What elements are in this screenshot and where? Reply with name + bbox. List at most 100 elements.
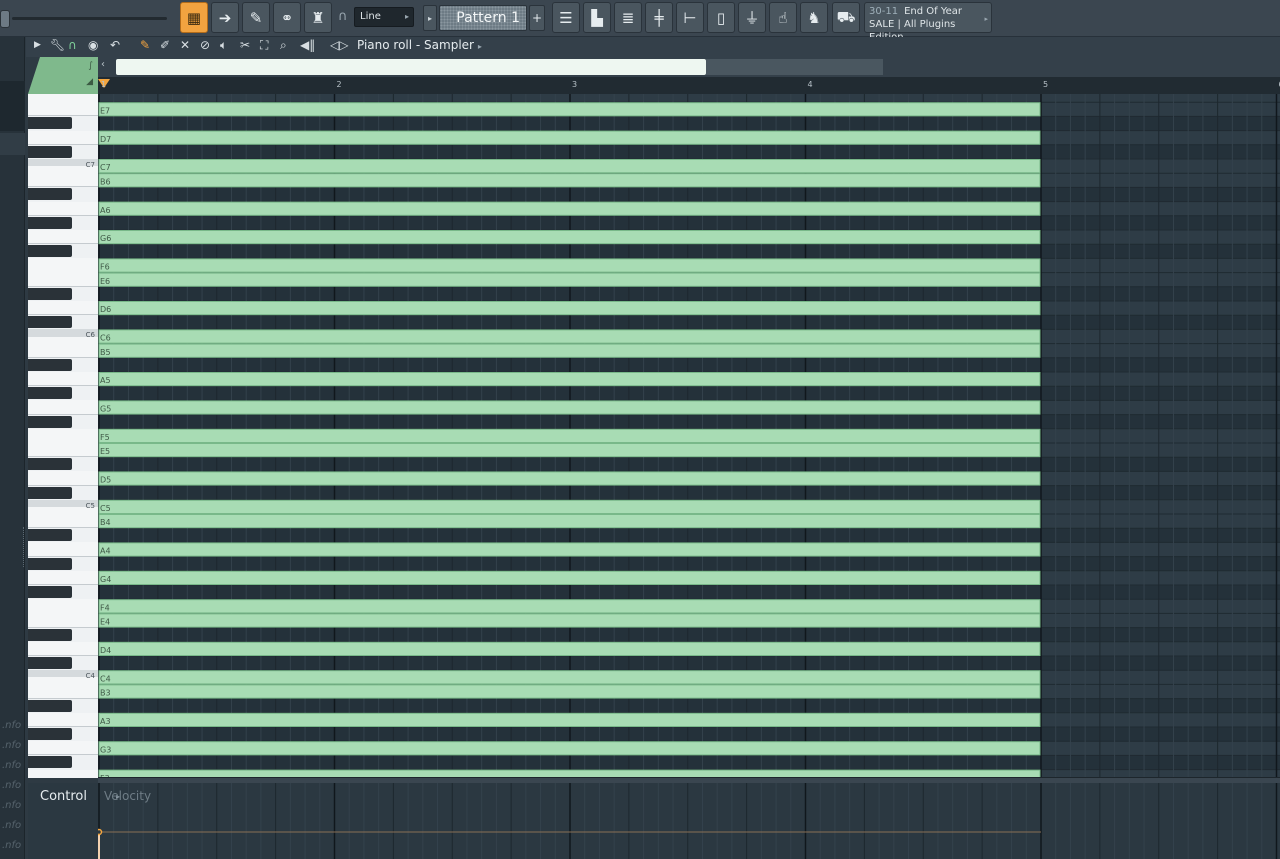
white-key[interactable] [28, 201, 98, 216]
speaker-icon[interactable]: ◁▷ [330, 38, 348, 52]
white-key[interactable] [28, 712, 98, 727]
white-key[interactable] [28, 570, 98, 585]
note[interactable] [98, 712, 1041, 727]
white-key[interactable] [28, 130, 98, 145]
mute-tool-icon[interactable]: ⊘ [200, 38, 210, 52]
control-label[interactable]: Control [40, 789, 87, 804]
white-key[interactable] [28, 265, 98, 287]
playback-tool-icon[interactable]: ◀‖ [300, 38, 315, 52]
note[interactable] [98, 471, 1041, 486]
white-key[interactable] [28, 166, 98, 188]
pencil-icon[interactable]: ✎ [140, 38, 150, 52]
black-key[interactable] [28, 657, 72, 669]
piano-roll-icon[interactable]: ▙ [583, 2, 611, 33]
white-key[interactable] [28, 542, 98, 557]
add-pattern-button[interactable]: + [529, 5, 545, 31]
scroll-left-icon[interactable]: ‹ [101, 59, 105, 70]
note[interactable] [98, 130, 1041, 145]
pattern-selector[interactable]: Pattern 1 [439, 5, 527, 31]
note[interactable] [98, 230, 1041, 245]
delete-tool-icon[interactable]: ✕ [180, 38, 190, 52]
typing-keyboard-icon[interactable]: ▦ [180, 2, 208, 33]
black-key[interactable] [28, 316, 72, 329]
paint-brush-icon[interactable]: ✐ [160, 38, 170, 52]
black-key[interactable] [28, 699, 72, 712]
slice-tool-icon[interactable]: ✂ [240, 38, 250, 52]
black-key[interactable] [28, 557, 72, 570]
undo-icon[interactable]: ↶ [110, 38, 120, 52]
main-volume-slider-knob[interactable] [0, 10, 10, 28]
black-key[interactable] [28, 529, 72, 542]
record-icon[interactable]: ◉ [88, 38, 98, 52]
note[interactable] [98, 670, 1041, 685]
wrench-icon[interactable]: 🔧︎ [50, 38, 65, 52]
project-file-icon[interactable]: ▯ [707, 2, 735, 33]
black-key[interactable] [28, 756, 72, 769]
white-key[interactable] [28, 677, 98, 699]
black-key[interactable] [28, 216, 72, 229]
white-key[interactable] [28, 741, 98, 756]
black-key[interactable] [28, 458, 72, 471]
black-key[interactable] [28, 188, 72, 201]
note[interactable] [98, 542, 1041, 557]
note[interactable] [98, 400, 1041, 415]
snap-select[interactable]: Line ▸ [354, 7, 414, 27]
note[interactable] [98, 301, 1041, 316]
channel-rack-icon[interactable]: ≣ [614, 2, 642, 33]
plugin-icon[interactable]: ⏚ [738, 2, 766, 33]
note[interactable] [98, 599, 1041, 614]
note[interactable] [98, 684, 1041, 699]
white-key[interactable] [28, 301, 98, 316]
note[interactable] [98, 499, 1041, 514]
zoom-icon[interactable]: ⌕ [280, 38, 287, 53]
note[interactable] [98, 258, 1041, 273]
velocity-handle[interactable] [98, 828, 103, 836]
note[interactable] [98, 173, 1041, 188]
note[interactable] [98, 201, 1041, 216]
note[interactable] [98, 102, 1041, 117]
note[interactable] [98, 343, 1041, 358]
timeline-ruler[interactable]: 123456 [98, 77, 1280, 94]
speaker-mute-icon[interactable]: 🔈︎ [220, 38, 227, 53]
shop-cart-icon[interactable]: ⛟ [832, 2, 860, 33]
white-key[interactable] [28, 641, 98, 656]
black-key[interactable] [28, 117, 72, 130]
white-key[interactable] [28, 230, 98, 245]
black-key[interactable] [28, 586, 72, 598]
velocity-lane[interactable] [98, 783, 1280, 859]
piano-keyboard[interactable]: C7 C6 C5 C4 [28, 94, 98, 778]
note[interactable] [98, 272, 1041, 287]
black-key[interactable] [28, 728, 72, 740]
promo-banner[interactable]: 30-11End Of Year SALE | All Plugins Edit… [864, 2, 992, 43]
scrollbar-thumb[interactable] [116, 59, 706, 75]
white-key[interactable] [28, 372, 98, 387]
black-key[interactable] [28, 486, 72, 499]
white-key[interactable] [28, 506, 98, 529]
black-key[interactable] [28, 145, 72, 158]
white-key[interactable] [28, 400, 98, 415]
magnet-icon[interactable]: ∩ [68, 38, 77, 52]
black-key[interactable] [28, 387, 72, 400]
target-channel-tab[interactable]: ∫ ◢ [28, 57, 98, 94]
mouse-icon[interactable]: ♞ [800, 2, 828, 33]
browser-icon[interactable]: ⊢ [676, 2, 704, 33]
white-key[interactable] [28, 606, 98, 628]
note[interactable] [98, 372, 1041, 387]
scrollbar-track[interactable] [706, 59, 883, 75]
note[interactable] [98, 428, 1041, 443]
main-volume-slider-track[interactable] [12, 17, 167, 20]
resize-handle[interactable] [23, 527, 27, 567]
select-tool-icon[interactable]: ⛶ [260, 38, 268, 53]
brush-icon[interactable]: ✎ [242, 2, 270, 33]
mixer-icon[interactable]: ╪ [645, 2, 673, 33]
white-key[interactable] [28, 95, 98, 117]
black-key[interactable] [28, 358, 72, 371]
touch-controller-icon[interactable]: ☝ [769, 2, 797, 33]
white-key[interactable] [28, 776, 98, 778]
note[interactable] [98, 613, 1041, 628]
horizontal-scrollbar[interactable]: ‹ [98, 57, 1280, 77]
black-key[interactable] [28, 287, 72, 300]
white-key[interactable] [28, 336, 98, 358]
note[interactable] [98, 570, 1041, 585]
note[interactable] [98, 329, 1041, 344]
